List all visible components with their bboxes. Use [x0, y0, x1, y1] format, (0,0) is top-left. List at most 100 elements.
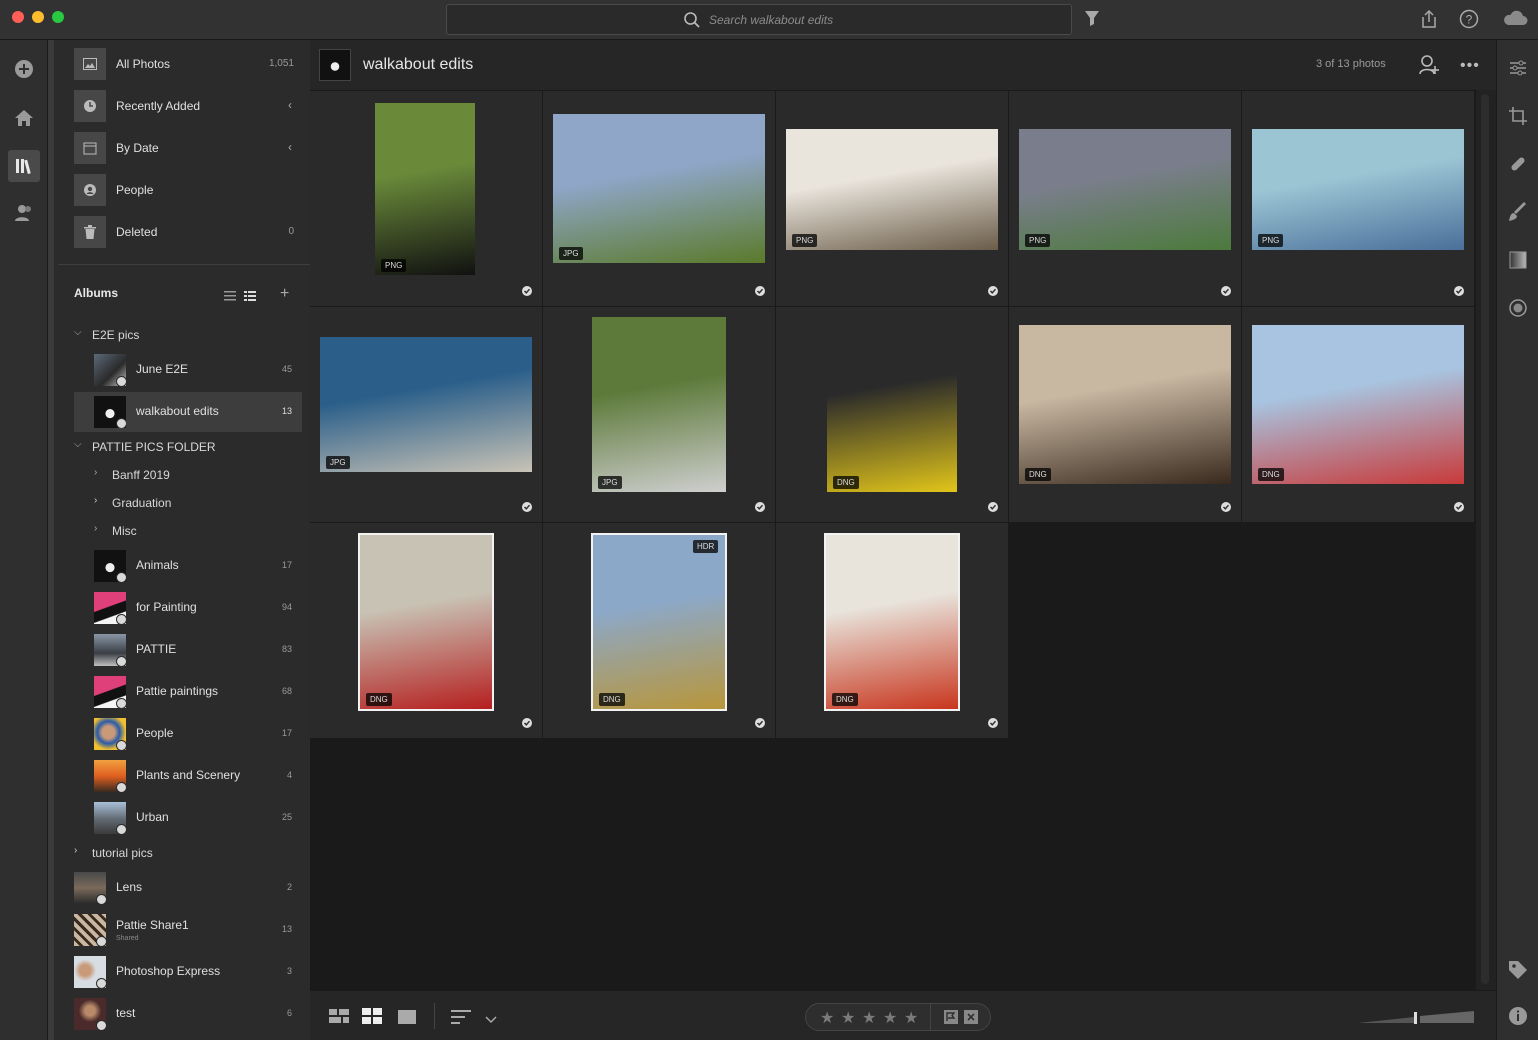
- photo-cell[interactable]: PNG: [776, 91, 1008, 306]
- list-view-icon[interactable]: [224, 288, 236, 306]
- add-album-icon[interactable]: +: [280, 285, 289, 303]
- photo-thumbnail[interactable]: [358, 533, 494, 711]
- zoom-window-button[interactable]: [52, 11, 64, 23]
- tag-icon[interactable]: [1508, 960, 1528, 980]
- photo-cell[interactable]: JPG: [543, 91, 775, 306]
- album-thumbnail: [94, 718, 126, 750]
- album-people[interactable]: People 17: [74, 714, 302, 754]
- radial-gradient-icon[interactable]: [1508, 298, 1528, 318]
- share-icon[interactable]: [1420, 9, 1438, 34]
- left-rail: [0, 40, 48, 1040]
- photo-cell[interactable]: DNG: [1242, 307, 1474, 522]
- album-walkabout-edits[interactable]: walkabout edits 13: [74, 392, 302, 432]
- detail-view-icon[interactable]: [397, 1009, 417, 1030]
- album-for-painting[interactable]: for Painting 94: [74, 588, 302, 628]
- chevron-right-icon[interactable]: ›: [94, 467, 97, 478]
- sort-icon[interactable]: [451, 1009, 471, 1030]
- photo-cell[interactable]: PNG: [1009, 91, 1241, 306]
- album-lens[interactable]: Lens 2: [74, 868, 302, 908]
- bottom-toolbar: ★ ★ ★ ★ ★: [310, 990, 1496, 1040]
- album-photoshop-express[interactable]: Photoshop Express 3: [74, 952, 302, 992]
- photo-grid-view-icon[interactable]: [362, 1008, 382, 1029]
- file-type-badge: PNG: [792, 234, 818, 247]
- photo-cell[interactable]: PNG: [1242, 91, 1474, 306]
- photo-thumbnail[interactable]: [591, 533, 727, 711]
- photo-cell[interactable]: DNG: [310, 523, 542, 738]
- flag-reject-icon[interactable]: [964, 1010, 978, 1029]
- chevron-right-icon[interactable]: ›: [94, 495, 97, 506]
- nav-by-date[interactable]: By Date ‹: [74, 132, 298, 164]
- album-plants-and-scenery[interactable]: Plants and Scenery 4: [74, 756, 302, 796]
- edit-sliders-icon[interactable]: [1508, 58, 1528, 78]
- thumbnail-list-icon[interactable]: [244, 288, 256, 306]
- photo-thumbnail[interactable]: [1019, 325, 1231, 484]
- photo-thumbnail[interactable]: [375, 103, 475, 275]
- chevron-right-icon[interactable]: ›: [74, 845, 77, 856]
- album-pattie[interactable]: PATTIE 83: [74, 630, 302, 670]
- album-thumbnail: [74, 872, 106, 904]
- photo-thumbnail[interactable]: [1252, 325, 1464, 484]
- star-icon[interactable]: ★: [883, 1008, 897, 1028]
- home-icon[interactable]: [12, 106, 36, 130]
- help-icon[interactable]: ?: [1459, 9, 1479, 34]
- album-animals[interactable]: Animals 17: [74, 546, 302, 586]
- photo-thumbnail[interactable]: [1019, 129, 1231, 250]
- crop-icon[interactable]: [1508, 106, 1528, 126]
- add-photos-icon[interactable]: [12, 57, 36, 81]
- grid-scrollbar[interactable]: [1476, 90, 1496, 990]
- close-window-button[interactable]: [12, 11, 24, 23]
- people-icon[interactable]: [12, 201, 36, 225]
- photo-thumbnail[interactable]: [592, 317, 726, 492]
- photo-cell[interactable]: JPG: [310, 307, 542, 522]
- filter-icon[interactable]: [1084, 9, 1100, 32]
- search-field[interactable]: Search walkabout edits: [446, 4, 1072, 35]
- brush-icon[interactable]: [1508, 202, 1528, 222]
- album-urban[interactable]: Urban 25: [74, 798, 302, 838]
- add-contributor-icon[interactable]: [1418, 54, 1440, 81]
- photo-thumbnail[interactable]: [320, 337, 532, 472]
- linear-gradient-icon[interactable]: [1508, 250, 1528, 270]
- info-icon[interactable]: [1508, 1006, 1528, 1026]
- photo-thumbnail[interactable]: [827, 317, 957, 492]
- photo-thumbnail[interactable]: [1252, 129, 1464, 250]
- photo-thumbnail[interactable]: [824, 533, 960, 711]
- photo-thumbnail[interactable]: [553, 114, 765, 263]
- clock-icon: [74, 90, 106, 122]
- chevron-down-icon[interactable]: ⌵: [74, 327, 82, 338]
- chevron-left-icon[interactable]: ‹: [288, 140, 292, 154]
- photo-count: 3 of 13 photos: [1316, 58, 1386, 70]
- album-pattie-share1[interactable]: Pattie Share1 Shared 13: [74, 910, 302, 950]
- photo-cell[interactable]: DNG HDR: [543, 523, 775, 738]
- album-pattie-paintings[interactable]: Pattie paintings 68: [74, 672, 302, 712]
- chevron-down-icon[interactable]: [485, 1011, 497, 1029]
- cloud-icon[interactable]: [1502, 10, 1528, 31]
- nav-deleted[interactable]: Deleted 0: [74, 216, 298, 248]
- thumbnail-size-slider[interactable]: [1358, 1011, 1476, 1030]
- healing-brush-icon[interactable]: [1508, 154, 1528, 174]
- album-test[interactable]: test 6: [74, 994, 302, 1034]
- photo-cell[interactable]: DNG: [776, 523, 1008, 738]
- chevron-right-icon[interactable]: ›: [94, 523, 97, 534]
- star-icon[interactable]: ★: [904, 1008, 918, 1028]
- chevron-down-icon[interactable]: ⌵: [74, 439, 82, 450]
- album-june-e2e[interactable]: June E2E 45: [74, 350, 302, 390]
- album-title: walkabout edits: [363, 56, 474, 73]
- photo-cell[interactable]: DNG: [776, 307, 1008, 522]
- rating-filter[interactable]: ★ ★ ★ ★ ★: [805, 1003, 991, 1031]
- flag-pick-icon[interactable]: [944, 1010, 958, 1029]
- nav-people[interactable]: People: [74, 174, 298, 206]
- photo-thumbnail[interactable]: [786, 129, 998, 250]
- nav-recently-added[interactable]: Recently Added ‹: [74, 90, 298, 122]
- more-options-icon[interactable]: •••: [1460, 57, 1480, 75]
- minimize-window-button[interactable]: [32, 11, 44, 23]
- nav-all-photos[interactable]: All Photos 1,051: [74, 48, 298, 80]
- star-icon[interactable]: ★: [820, 1008, 834, 1028]
- photo-cell[interactable]: JPG: [543, 307, 775, 522]
- square-grid-view-icon[interactable]: [329, 1009, 349, 1030]
- library-icon[interactable]: [8, 150, 40, 182]
- star-icon[interactable]: ★: [862, 1008, 876, 1028]
- chevron-left-icon[interactable]: ‹: [288, 98, 292, 112]
- photo-cell[interactable]: DNG: [1009, 307, 1241, 522]
- photo-cell[interactable]: PNG: [310, 91, 542, 306]
- star-icon[interactable]: ★: [841, 1008, 855, 1028]
